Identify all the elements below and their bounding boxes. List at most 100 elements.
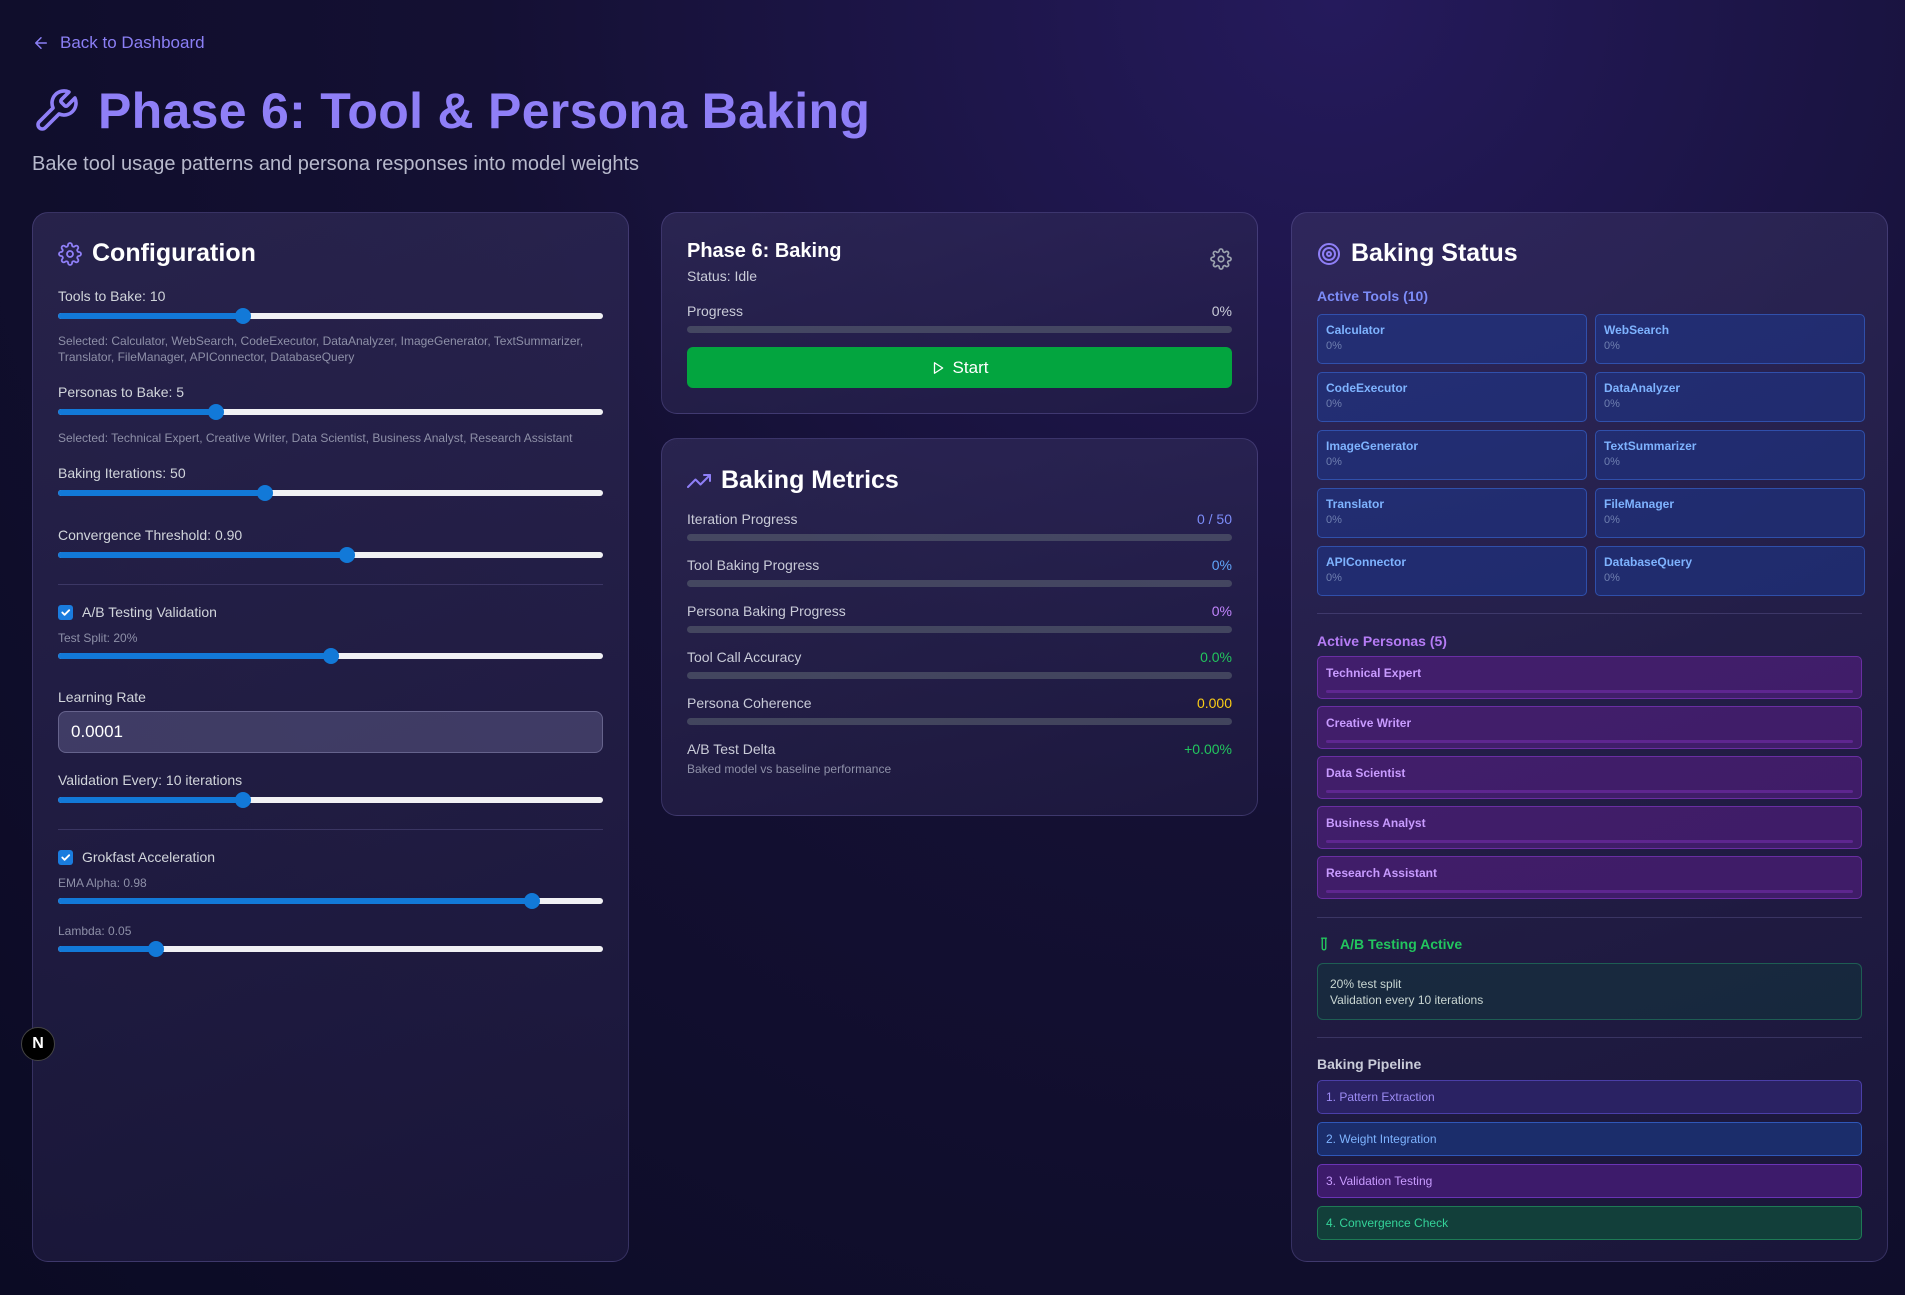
tool-name: DataAnalyzer — [1604, 381, 1681, 395]
framework-badge[interactable]: N — [21, 1027, 55, 1061]
metric-value: 0.0% — [1200, 649, 1232, 665]
trending-up-icon — [687, 473, 711, 488]
metric-value: 0.000 — [1196, 695, 1232, 711]
ab-split-text: 20% test split — [1330, 977, 1402, 991]
wrench-icon — [36, 89, 78, 131]
active-personas-list: Technical Expert Creative Writer Data Scie… — [1317, 656, 1862, 899]
metric-label: Tool Call Accuracy — [687, 649, 802, 665]
start-button[interactable]: Start — [687, 347, 1232, 388]
phase-control-panel: Phase 6: Baking Status: Idle Progress 0%… — [661, 212, 1258, 414]
metric-item: Iteration Progress 0 / 50 — [687, 511, 1232, 541]
test-split-slider[interactable] — [58, 648, 603, 664]
test-split-label: Test Split: 20% — [58, 631, 138, 645]
metric-label: Persona Coherence — [687, 695, 812, 711]
learning-rate-input[interactable]: 0.0001 — [58, 711, 603, 753]
back-label: Back to Dashboard — [60, 33, 205, 52]
lambda-slider[interactable] — [58, 941, 603, 957]
ema-alpha-slider[interactable] — [58, 893, 603, 909]
back-to-dashboard-link[interactable]: Back to Dashboard — [32, 33, 205, 53]
tool-progress: 0% — [1326, 572, 1342, 584]
ab-delta-label: A/B Test Delta — [687, 741, 776, 757]
active-tools-grid: Calculator 0% WebSearch 0% CodeExecutor 0% Dat… — [1317, 314, 1865, 596]
tools-to-bake-label: Tools to Bake: 10 — [58, 288, 166, 304]
metric-label: Persona Baking Progress — [687, 603, 846, 619]
tool-name: TextSummarizer — [1604, 439, 1697, 453]
metric-item: Tool Call Accuracy 0.0% — [687, 649, 1232, 679]
metric-bar — [687, 672, 1232, 679]
divider — [58, 829, 603, 830]
ab-validation-text: Validation every 10 iterations — [1330, 993, 1484, 1007]
play-icon — [933, 361, 943, 374]
ab-testing-label: A/B Testing Validation — [82, 604, 217, 620]
baking-iterations-label: Baking Iterations: 50 — [58, 465, 186, 481]
tool-card[interactable]: TextSummarizer 0% — [1595, 430, 1865, 480]
tool-card[interactable]: APIConnector 0% — [1317, 546, 1587, 596]
ab-testing-active-heading: A/B Testing Active — [1340, 936, 1463, 952]
tool-card[interactable]: WebSearch 0% — [1595, 314, 1865, 364]
validation-every-slider[interactable] — [58, 792, 603, 808]
tool-progress: 0% — [1604, 514, 1620, 526]
pipeline-step: 2. Weight Integration — [1317, 1122, 1862, 1156]
progress-bar — [687, 326, 1232, 333]
metric-bar — [687, 534, 1232, 541]
metric-value: 0% — [1211, 603, 1232, 619]
arrow-left-icon — [35, 37, 47, 49]
tool-progress: 0% — [1326, 398, 1342, 410]
active-tools-heading: Active Tools (10) — [1317, 288, 1428, 304]
page-subtitle: Bake tool usage patterns and persona res… — [32, 153, 640, 175]
baking-metrics-panel: Baking Metrics Iteration Progress 0 / 50 … — [661, 438, 1258, 816]
tool-name: ImageGenerator — [1326, 439, 1419, 453]
metric-bar — [687, 626, 1232, 633]
tool-progress: 0% — [1604, 572, 1620, 584]
persona-card[interactable]: Data Scientist — [1317, 756, 1862, 799]
ab-testing-checkbox[interactable]: A/B Testing Validation — [58, 604, 603, 620]
gear-icon — [58, 241, 82, 266]
tool-name: CodeExecutor — [1326, 381, 1408, 395]
configuration-panel: Configuration Tools to Bake: 10 Selected… — [32, 212, 629, 1262]
tool-name: WebSearch — [1604, 323, 1670, 337]
personas-to-bake-slider[interactable] — [58, 404, 603, 420]
baking-iterations-slider[interactable] — [58, 485, 603, 501]
start-label: Start — [952, 357, 989, 377]
tool-card[interactable]: Calculator 0% — [1317, 314, 1587, 364]
tool-card[interactable]: DatabaseQuery 0% — [1595, 546, 1865, 596]
metric-item: Tool Baking Progress 0% — [687, 557, 1232, 587]
tool-card[interactable]: ImageGenerator 0% — [1317, 430, 1587, 480]
tool-name: DatabaseQuery — [1604, 555, 1693, 569]
tools-to-bake-slider[interactable] — [58, 308, 603, 324]
persona-card[interactable]: Technical Expert — [1317, 656, 1862, 699]
tool-card[interactable]: DataAnalyzer 0% — [1595, 372, 1865, 422]
persona-card[interactable]: Creative Writer — [1317, 706, 1862, 749]
checkbox-checked-icon — [58, 849, 73, 865]
ema-alpha-label: EMA Alpha: 0.98 — [58, 876, 147, 890]
test-tube-icon — [1320, 937, 1328, 951]
metric-label: Tool Baking Progress — [687, 557, 820, 573]
metric-item: Persona Coherence 0.000 — [687, 695, 1232, 725]
configuration-title: Configuration — [92, 239, 256, 267]
persona-card[interactable]: Research Assistant — [1317, 856, 1862, 899]
tool-card[interactable]: CodeExecutor 0% — [1317, 372, 1587, 422]
tool-progress: 0% — [1604, 340, 1620, 352]
phase-status: Status: Idle — [687, 268, 758, 284]
tool-card[interactable]: FileManager 0% — [1595, 488, 1865, 538]
persona-card[interactable]: Business Analyst — [1317, 806, 1862, 849]
metric-bar — [687, 718, 1232, 725]
convergence-threshold-slider[interactable] — [58, 547, 603, 563]
tool-progress: 0% — [1326, 456, 1342, 468]
tool-progress: 0% — [1326, 514, 1342, 526]
personas-to-bake-label: Personas to Bake: 5 — [58, 384, 185, 400]
tool-progress: 0% — [1326, 340, 1342, 352]
grokfast-label: Grokfast Acceleration — [82, 849, 216, 865]
divider — [1317, 917, 1862, 918]
tools-selected-text: Selected: Calculator, WebSearch, CodeExe… — [58, 334, 584, 364]
grokfast-checkbox[interactable]: Grokfast Acceleration — [58, 849, 603, 865]
tool-card[interactable]: Translator 0% — [1317, 488, 1587, 538]
settings-gear-icon[interactable] — [1210, 248, 1232, 270]
metric-value: 0 / 50 — [1196, 511, 1232, 527]
page-header: Phase 6: Tool & Persona Baking — [32, 82, 870, 140]
tool-name: APIConnector — [1326, 555, 1407, 569]
ab-testing-info: 20% test split Validation every 10 itera… — [1317, 963, 1862, 1020]
tool-progress: 0% — [1604, 398, 1620, 410]
target-icon — [1318, 242, 1340, 265]
pipeline-step: 1. Pattern Extraction — [1317, 1080, 1862, 1114]
